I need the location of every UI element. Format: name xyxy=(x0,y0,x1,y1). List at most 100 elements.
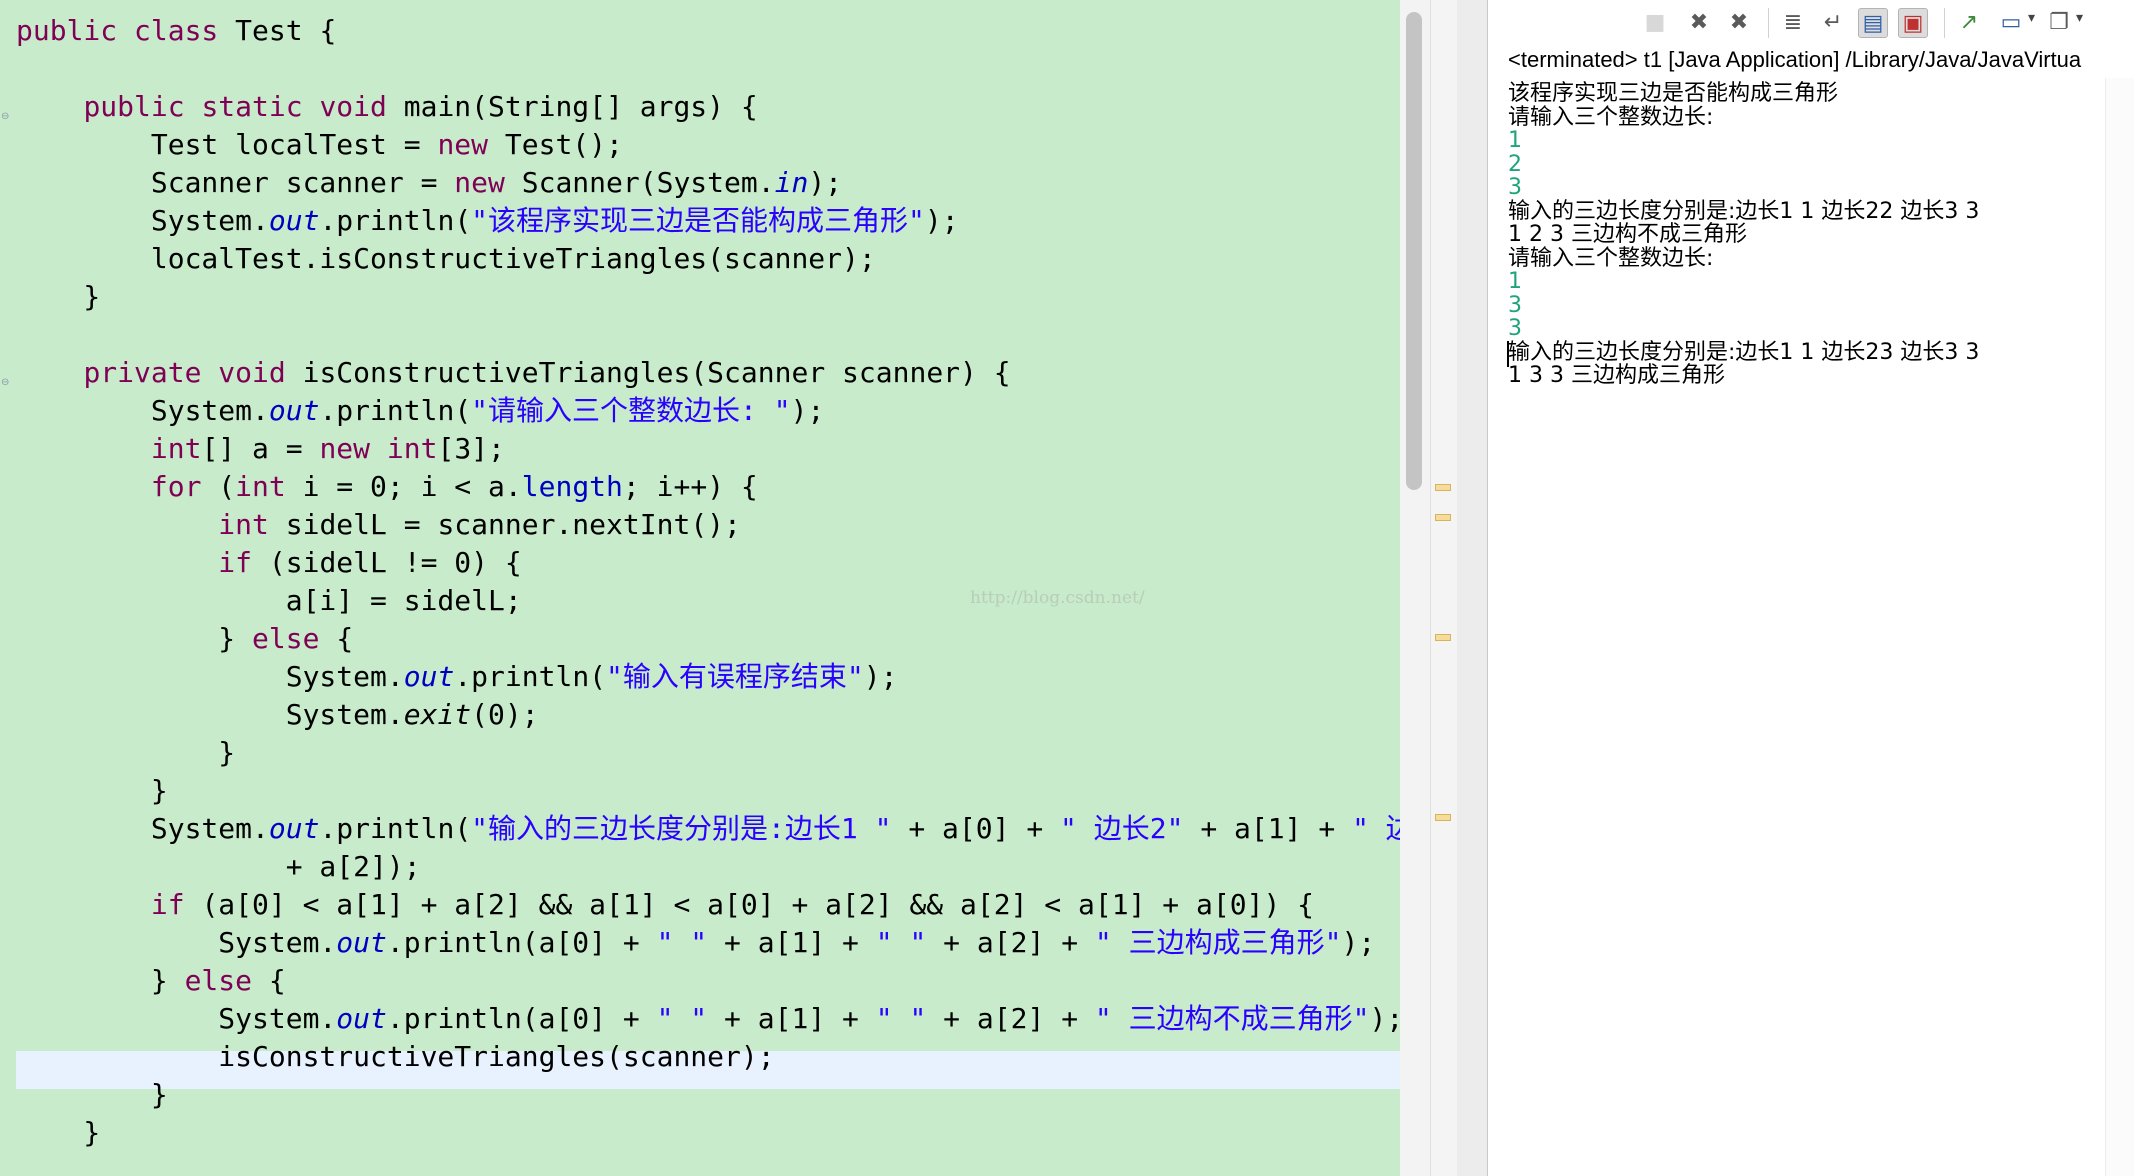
code-token: "请输入三个整数边长: " xyxy=(471,394,791,427)
code-token: public static void xyxy=(83,90,404,123)
code-token: i = 0; i < a. xyxy=(302,470,522,503)
code-token: " " xyxy=(656,1002,708,1035)
word-wrap-icon[interactable]: ↵ xyxy=(1818,8,1848,38)
code-line[interactable]: + a[2]); xyxy=(16,848,421,886)
overview-marker[interactable] xyxy=(1435,484,1451,491)
code-line[interactable]: System.out.println("该程序实现三边是否能构成三角形"); xyxy=(16,202,959,240)
code-token: } xyxy=(16,964,185,997)
code-line[interactable]: System.out.println(a[0] + " " + a[1] + "… xyxy=(16,1000,1400,1038)
toolbar-separator xyxy=(1768,8,1769,38)
code-line[interactable]: System.out.println(a[0] + " " + a[1] + "… xyxy=(16,924,1375,962)
chevron-down-icon[interactable]: ▾ xyxy=(2028,10,2035,26)
code-line[interactable]: public static void main(String[] args) { xyxy=(16,88,757,126)
code-token: (sidelL != 0) { xyxy=(268,546,522,579)
code-line[interactable]: System.out.println("输入有误程序结束"); xyxy=(16,658,898,696)
code-token: int xyxy=(150,432,202,465)
remove-launch-icon[interactable]: ✖ xyxy=(1684,8,1714,38)
pin-console-icon[interactable]: ↗ xyxy=(1954,8,1984,38)
code-token: System. xyxy=(16,1002,337,1035)
code-token: new xyxy=(437,128,505,161)
remove-all-terminated-icon[interactable]: ✖ xyxy=(1724,8,1754,38)
code-token: [3]; xyxy=(437,432,505,465)
code-line[interactable]: Scanner scanner = new Scanner(System.in)… xyxy=(16,164,842,202)
code-line[interactable]: if (a[0] < a[1] + a[2] && a[1] < a[0] + … xyxy=(16,886,1314,924)
show-on-stdout-icon[interactable]: ▤ xyxy=(1858,8,1888,38)
overview-marker[interactable] xyxy=(1435,514,1451,521)
code-token: if xyxy=(218,546,269,579)
code-token: + a[1] + xyxy=(707,1002,876,1035)
overview-marker[interactable] xyxy=(1435,634,1451,641)
code-token: " " xyxy=(875,1002,927,1035)
show-on-stderr-icon[interactable]: ▣ xyxy=(1898,8,1928,38)
fold-method-icon[interactable]: ⊖ xyxy=(1,378,11,388)
code-editor[interactable]: ⊖ ⊖ public class Test { public static vo… xyxy=(0,0,1400,1176)
code-line[interactable]: } xyxy=(16,734,235,772)
code-line[interactable]: a[i] = sidelL; xyxy=(16,582,522,620)
code-token: ); xyxy=(790,394,825,427)
code-line[interactable]: int[] a = new int[3]; xyxy=(16,430,505,468)
code-line[interactable]: } xyxy=(16,278,100,316)
code-line[interactable]: int sidelL = scanner.nextInt(); xyxy=(16,506,741,544)
code-line[interactable]: private void isConstructiveTriangles(Sca… xyxy=(16,354,1010,392)
code-token: out xyxy=(336,1002,387,1035)
code-line[interactable]: } else { xyxy=(16,962,286,1000)
code-token: Test(); xyxy=(504,128,623,161)
watermark: http://blog.csdn.net/ xyxy=(970,588,1145,608)
code-token: else xyxy=(252,622,337,655)
console-view[interactable]: ■ ✖ ✖ ≣ ↵ ▤ ▣ ↗ ▭ ▾ ❐ ▾ <terminated> t1 … xyxy=(1488,0,2134,1176)
code-line[interactable]: if (sidelL != 0) { xyxy=(16,544,522,582)
chevron-down-icon[interactable]: ▾ xyxy=(2076,10,2083,26)
code-token: ); xyxy=(808,166,843,199)
code-token: out xyxy=(268,812,320,845)
code-token: { xyxy=(268,964,286,997)
code-token: } xyxy=(16,622,253,655)
console-vertical-scrollbar[interactable] xyxy=(2105,78,2134,1176)
console-toolbar: ■ ✖ ✖ ≣ ↵ ▤ ▣ ↗ ▭ ▾ ❐ ▾ xyxy=(1488,0,2134,46)
code-token: (0); xyxy=(471,698,539,731)
code-token: .println( xyxy=(454,660,607,693)
code-token: ); xyxy=(924,204,959,237)
code-token: int xyxy=(386,432,438,465)
fold-main-icon[interactable]: ⊖ xyxy=(1,112,11,122)
code-token: new xyxy=(454,166,522,199)
code-line[interactable]: } else { xyxy=(16,620,353,658)
code-line[interactable]: localTest.isConstructiveTriangles(scanne… xyxy=(16,240,876,278)
console-output-line: 1 3 3 三边构成三角形 xyxy=(1508,363,1725,388)
code-line[interactable]: public class Test { xyxy=(16,12,336,50)
code-token: } xyxy=(16,280,101,313)
code-token: private void xyxy=(83,356,303,389)
overview-marker[interactable] xyxy=(1435,814,1451,821)
code-line[interactable]: } xyxy=(16,1076,168,1114)
code-line[interactable]: } xyxy=(16,1114,100,1152)
scrollbar-thumb[interactable] xyxy=(1406,12,1422,490)
code-token: + a[2] + xyxy=(926,1002,1095,1035)
code-line[interactable]: System.out.println("请输入三个整数边长: "); xyxy=(16,392,824,430)
code-token: " 边长3 " xyxy=(1352,812,1400,845)
code-token: out xyxy=(403,660,455,693)
code-token: System. xyxy=(16,698,404,731)
code-token: [] a = xyxy=(201,432,320,465)
terminate-icon[interactable]: ■ xyxy=(1640,8,1670,38)
code-line[interactable]: isConstructiveTriangles(scanner); xyxy=(16,1038,774,1076)
code-line[interactable]: System.exit(0); xyxy=(16,696,539,734)
code-line[interactable]: } xyxy=(16,772,168,810)
code-token: " 三边构成三角形" xyxy=(1094,926,1342,959)
code-line[interactable]: Test localTest = new Test(); xyxy=(16,126,623,164)
scroll-lock-icon[interactable]: ≣ xyxy=(1778,8,1808,38)
code-token: Test localTest = xyxy=(16,128,438,161)
overview-ruler[interactable] xyxy=(1430,0,1458,1176)
code-token: .println(a[0] + xyxy=(386,926,657,959)
code-token: localTest.isConstructiveTriangles(scanne… xyxy=(16,242,876,275)
open-console-icon[interactable]: ❐ xyxy=(2044,8,2074,38)
code-line[interactable]: for (int i = 0; i < a.length; i++) { xyxy=(16,468,758,506)
code-line[interactable]: System.out.println("输入的三边长度分别是:边长1 " + a… xyxy=(16,810,1400,848)
editor-vertical-scrollbar[interactable] xyxy=(1400,0,1430,1176)
display-selected-console-icon[interactable]: ▭ xyxy=(1996,8,2026,38)
code-token: .println( xyxy=(319,394,472,427)
code-token: .println( xyxy=(319,812,472,845)
code-token: "输入有误程序结束" xyxy=(606,660,864,693)
code-token: System. xyxy=(16,394,269,427)
